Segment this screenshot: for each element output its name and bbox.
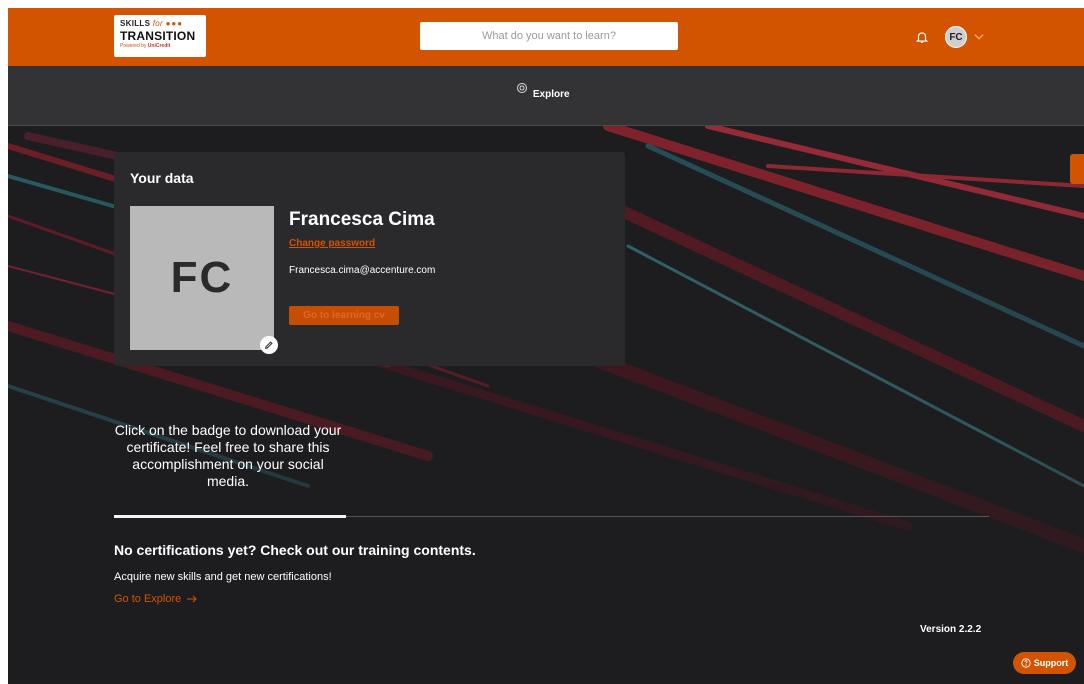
help-circle-icon (1021, 658, 1031, 668)
change-password-link[interactable]: Change password (289, 238, 375, 249)
logo-for: for (152, 19, 164, 28)
side-panel-tab[interactable] (1070, 154, 1084, 184)
user-email: Francesca.cima@accenture.com (289, 265, 436, 276)
explore-icon (517, 83, 528, 93)
nav-explore[interactable]: Explore (513, 82, 573, 102)
app-frame: SKILLS for ●●● TRANSITION Powered by Uni… (8, 8, 1084, 684)
edit-avatar-button[interactable] (260, 336, 278, 354)
no-certifications-subtitle: Acquire new skills and get new certifica… (114, 571, 332, 583)
version-label: Version 2.2.2 (920, 624, 982, 635)
logo-powered-by: Powered by (120, 43, 147, 49)
arrow-right-icon (187, 595, 197, 603)
support-label: Support (1033, 658, 1069, 668)
search-input[interactable] (420, 22, 678, 50)
go-to-explore-link[interactable]: Go to Explore (114, 593, 198, 605)
logo-transition: TRANSITION (120, 29, 196, 43)
pencil-icon (264, 341, 273, 350)
profile-card: Your data FC Francesca Cima Change passw… (114, 152, 625, 366)
chevron-down-icon[interactable] (972, 30, 986, 44)
go-to-explore-label: Go to Explore (114, 593, 182, 605)
bell-icon[interactable] (915, 30, 929, 44)
profile-avatar: FC (130, 206, 274, 350)
nav-bar: Explore (8, 66, 1084, 126)
main-content: Your data FC Francesca Cima Change passw… (8, 126, 1084, 684)
nav-explore-label: Explore (532, 89, 570, 100)
go-to-learning-cv-button[interactable]: Go to learning cv (289, 306, 399, 325)
active-tab-indicator (114, 515, 346, 518)
top-header: SKILLS for ●●● TRANSITION Powered by Uni… (8, 8, 1084, 66)
badge-instructions: Click on the badge to download your cert… (114, 422, 342, 489)
logo-dots: ●●● (165, 19, 184, 28)
support-button[interactable]: Support (1013, 652, 1076, 674)
logo-unicredit: UniCredit (147, 43, 171, 49)
skills-for-transition-logo[interactable]: SKILLS for ●●● TRANSITION Powered by Uni… (114, 15, 206, 57)
user-avatar[interactable]: FC (945, 26, 967, 48)
no-certifications-title: No certifications yet? Check out our tra… (114, 542, 476, 558)
logo-skills: SKILLS (120, 19, 151, 28)
card-title: Your data (130, 170, 194, 186)
user-name: Francesca Cima (289, 209, 435, 230)
